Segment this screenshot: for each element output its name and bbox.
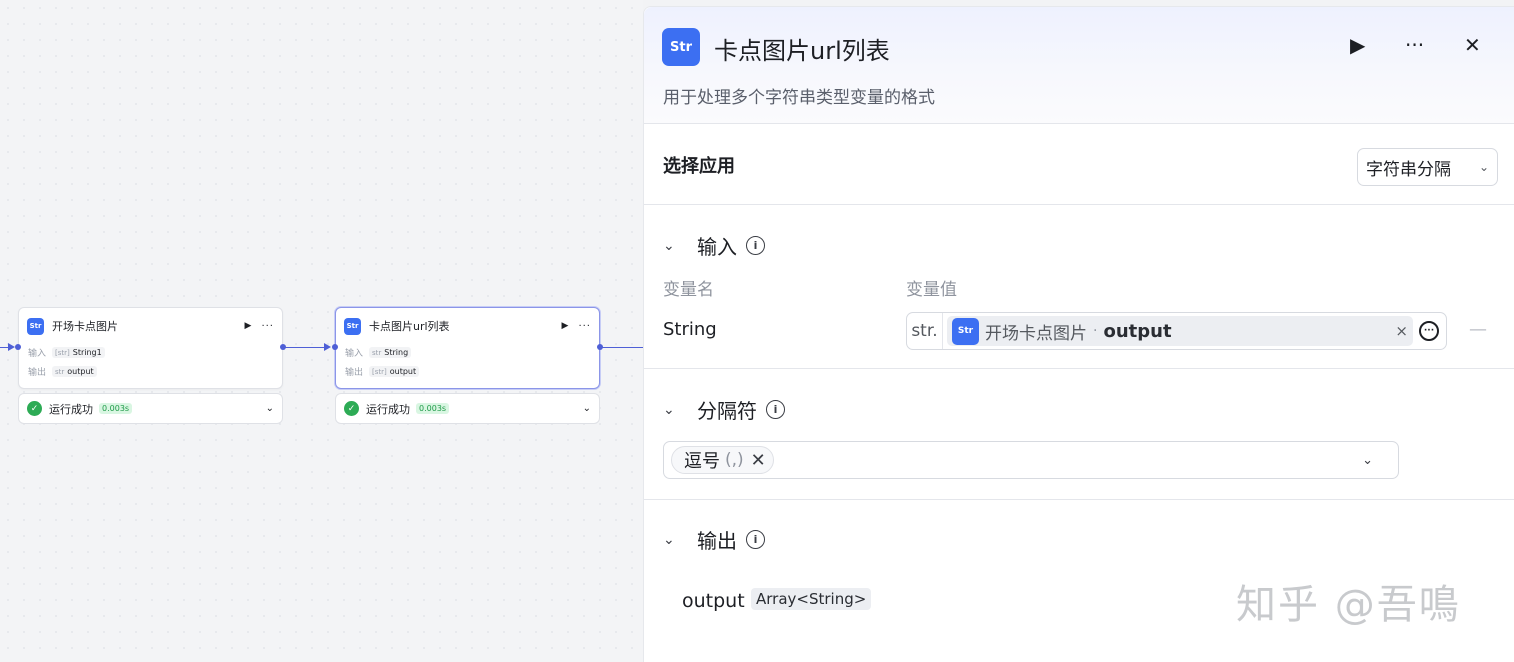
info-icon[interactable]: i	[746, 236, 765, 255]
col-variable-name: 变量名	[663, 280, 714, 300]
app-select[interactable]: 字符串分隔 ⌄	[1357, 148, 1498, 186]
more-icon[interactable]: ···	[1405, 33, 1424, 57]
separator-tag-name: 逗号	[684, 451, 720, 472]
node-output-label: 输出	[28, 368, 47, 378]
workflow-canvas[interactable]: Str 开场卡点图片 ▶ ··· 输入 [str] String1 输出 str…	[0, 0, 643, 662]
type-label: [str]	[55, 348, 70, 357]
status-text: 运行成功	[366, 402, 410, 416]
node-output-tag: [str] output	[369, 366, 420, 377]
var-label: output	[67, 367, 94, 376]
node-input-port[interactable]	[332, 344, 338, 350]
edge-node1-node2	[284, 347, 326, 348]
run-icon[interactable]: ▶	[1350, 33, 1365, 57]
string-plugin-icon: Str	[344, 317, 361, 335]
chevron-down-icon[interactable]: ⌄	[1362, 453, 1373, 468]
watermark: 知乎 @吾鳴	[1236, 582, 1461, 628]
node-input-tag: [str] String1	[52, 347, 105, 358]
output-var-type: Array<String>	[751, 588, 872, 610]
chevron-down-icon[interactable]: ⌄	[663, 238, 697, 254]
status-text: 运行成功	[49, 402, 93, 416]
edge-arrow-node1-node2	[324, 343, 331, 351]
output-section-header[interactable]: ⌄ 输出 i	[663, 525, 765, 554]
edge-outgoing	[601, 347, 643, 348]
type-label: str	[372, 348, 382, 357]
input-var-value-field[interactable]: str. Str 开场卡点图片 · output × ···	[906, 312, 1447, 350]
var-label: String	[384, 348, 409, 357]
success-check-icon: ✓	[27, 401, 42, 416]
divider	[644, 368, 1514, 369]
node-input-label: 输入	[345, 349, 364, 359]
chevron-down-icon[interactable]: ⌄	[663, 402, 697, 418]
node-output-port[interactable]	[597, 344, 603, 350]
chip-separator: ·	[1093, 323, 1098, 339]
app-select-value: 字符串分隔	[1366, 159, 1451, 180]
run-time-badge: 0.003s	[99, 403, 133, 414]
node-output-tag: str output	[52, 366, 97, 377]
panel-header: Str 卡点图片url列表 用于处理多个字符串类型变量的格式 ▶ ··· ✕	[644, 7, 1514, 124]
output-var-name: output	[682, 590, 745, 612]
chevron-down-icon[interactable]: ⌄	[663, 532, 697, 548]
close-icon[interactable]: ✕	[1464, 33, 1481, 57]
var-label: output	[389, 367, 417, 376]
input-section-header[interactable]: ⌄ 输入 i	[663, 231, 765, 260]
more-icon[interactable]: ···	[261, 321, 274, 332]
col-variable-value: 变量值	[906, 280, 957, 300]
remove-row-icon[interactable]: —	[1469, 319, 1487, 340]
node-input-row: 输入 [str] String1	[28, 346, 105, 359]
success-check-icon: ✓	[344, 401, 359, 416]
node-title: 卡点图片url列表	[369, 320, 450, 333]
string-plugin-icon: Str	[952, 317, 979, 345]
node-title: 开场卡点图片	[52, 320, 118, 333]
string-plugin-icon: Str	[662, 28, 700, 66]
run-icon[interactable]: ▶	[245, 321, 252, 331]
type-label: [str]	[372, 367, 387, 376]
panel-description: 用于处理多个字符串类型变量的格式	[663, 88, 935, 108]
var-label: String1	[72, 348, 102, 357]
node-input-tag: str String	[369, 347, 412, 358]
info-icon[interactable]: i	[746, 530, 765, 549]
variable-reference-chip[interactable]: Str 开场卡点图片 · output ×	[947, 316, 1413, 346]
chevron-down-icon: ⌄	[1478, 160, 1489, 174]
node-output-row: 输出 str output	[28, 365, 97, 378]
separator-section-header[interactable]: ⌄ 分隔符 i	[663, 395, 785, 424]
separator-section-title: 分隔符	[697, 399, 757, 423]
divider	[644, 204, 1514, 205]
clear-icon[interactable]: ×	[1395, 322, 1408, 340]
node-input-port[interactable]	[15, 344, 21, 350]
workflow-node-url-list[interactable]: Str 卡点图片url列表 ▶ ··· 输入 str String 输出 [st…	[335, 307, 600, 389]
output-section-title: 输出	[697, 529, 737, 553]
chevron-down-icon[interactable]: ⌄	[266, 403, 274, 414]
run-time-badge: 0.003s	[416, 403, 450, 414]
type-selector[interactable]: str.	[907, 313, 943, 349]
node-output-port[interactable]	[280, 344, 286, 350]
divider	[644, 499, 1514, 500]
separator-multiselect[interactable]: 逗号 (,) ✕ ⌄	[663, 441, 1399, 479]
node-output-label: 输出	[345, 368, 364, 378]
node-output-row: 输出 [str] output	[345, 365, 420, 378]
input-var-name[interactable]: String	[663, 319, 717, 340]
run-icon[interactable]: ▶	[562, 321, 569, 331]
string-plugin-icon: Str	[27, 317, 44, 335]
chip-source-node: 开场卡点图片	[985, 323, 1087, 344]
app-select-label: 选择应用	[663, 156, 735, 177]
node-run-status[interactable]: ✓ 运行成功 0.003s ⌄	[18, 393, 283, 424]
input-section-title: 输入	[697, 235, 737, 259]
panel-title[interactable]: 卡点图片url列表	[714, 31, 890, 66]
workflow-node-start-image[interactable]: Str 开场卡点图片 ▶ ··· 输入 [str] String1 输出 str…	[18, 307, 283, 389]
variable-reference-icon[interactable]: ···	[1419, 321, 1439, 341]
separator-tag-symbol: (,)	[725, 450, 744, 470]
separator-tag: 逗号 (,) ✕	[671, 446, 774, 474]
info-icon[interactable]: i	[766, 400, 785, 419]
edge-arrow-incoming	[8, 343, 15, 351]
node-input-row: 输入 str String	[345, 346, 412, 359]
chip-variable-name: output	[1103, 320, 1172, 342]
type-label: str	[55, 367, 65, 376]
close-icon[interactable]: ✕	[751, 450, 766, 471]
node-input-label: 输入	[28, 349, 47, 359]
more-icon[interactable]: ···	[578, 321, 591, 332]
chevron-down-icon[interactable]: ⌄	[583, 403, 591, 414]
node-run-status[interactable]: ✓ 运行成功 0.003s ⌄	[335, 393, 600, 424]
node-config-panel: Str 卡点图片url列表 用于处理多个字符串类型变量的格式 ▶ ··· ✕ 选…	[643, 6, 1514, 662]
